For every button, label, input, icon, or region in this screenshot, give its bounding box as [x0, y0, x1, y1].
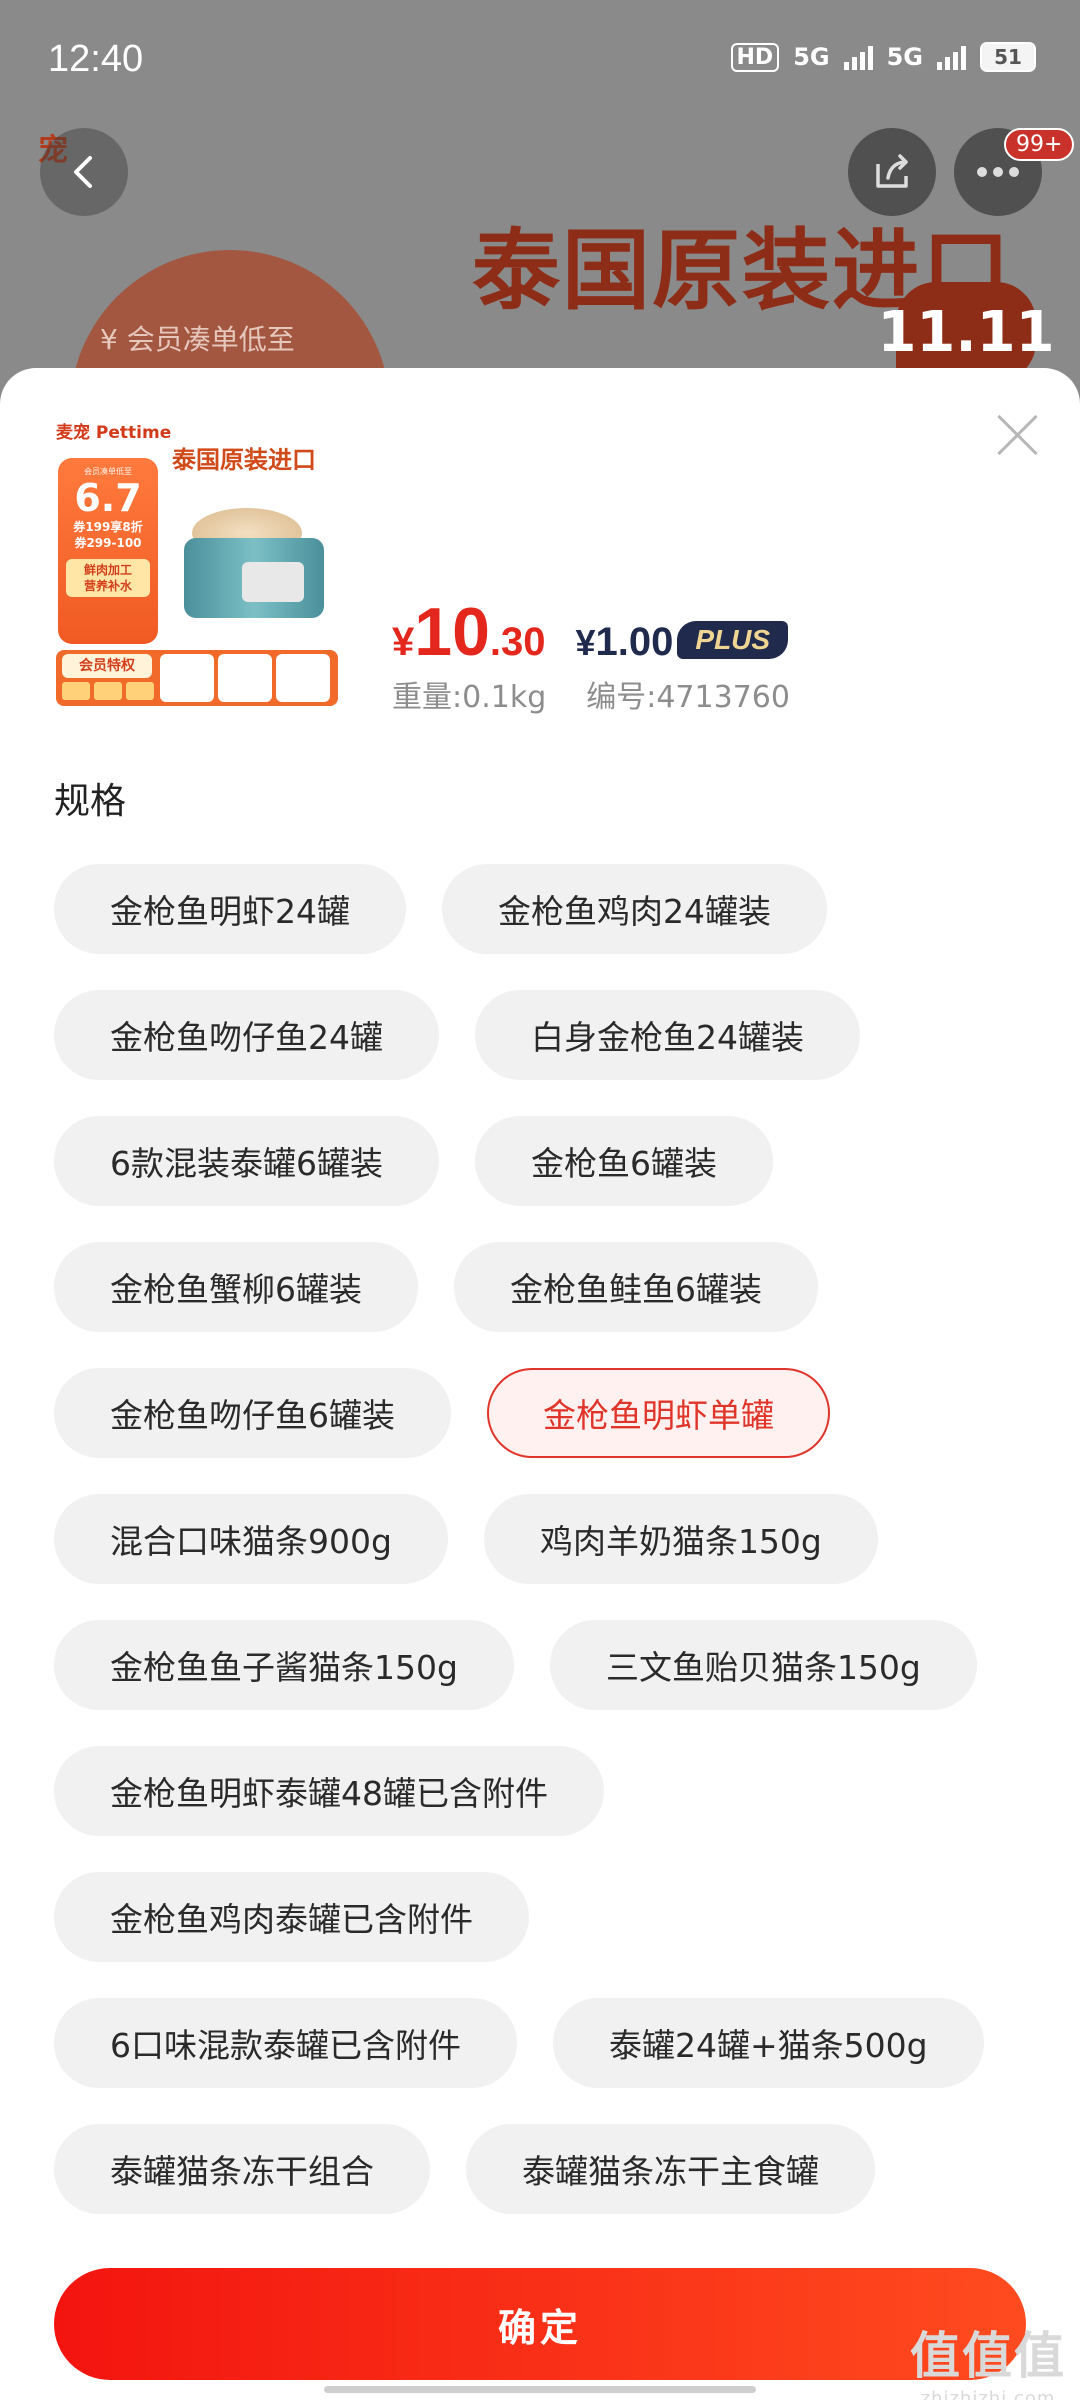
cat-food-can-image: [182, 508, 332, 628]
thumb-card-tag1: 鲜肉加工: [83, 563, 132, 577]
price-integer: 10: [414, 594, 490, 670]
plus-badge: PLUS: [677, 621, 789, 659]
plus-price-value: 1.00: [595, 620, 674, 664]
spec-option[interactable]: 金枪鱼鸡肉24罐装: [442, 864, 827, 954]
background-page: ¥ 会员凑单低至 宠 泰国原装进口 11.11 99+ 12:40 HD 5G …: [0, 0, 1080, 420]
confirm-button[interactable]: 确定: [54, 2268, 1026, 2380]
spec-option[interactable]: 金枪鱼鲑鱼6罐装: [454, 1242, 818, 1332]
hd-icon: HD: [730, 42, 780, 72]
spec-option[interactable]: 混合口味猫条900g: [54, 1494, 448, 1584]
close-icon[interactable]: [994, 412, 1040, 458]
thumb-logo: 麦宠 Pettime: [56, 423, 172, 443]
network-type-1: 5G: [793, 43, 830, 71]
spec-option[interactable]: 金枪鱼明虾泰罐48罐已含附件: [54, 1746, 604, 1836]
thumb-promo-card: 会员凑单低至 6.7 券199享8折 券299-100 鲜肉加工 营养补水: [58, 458, 158, 644]
home-indicator[interactable]: [324, 2386, 756, 2393]
watermark-url: zhizhizhi.com: [920, 2388, 1056, 2400]
battery-icon: 51: [980, 42, 1036, 72]
spec-option[interactable]: 三文鱼贻贝猫条150g: [549, 1620, 977, 1710]
thumb-card-tag2: 营养补水: [83, 579, 132, 593]
thumb-band-header: 会员特权: [62, 654, 152, 678]
product-thumbnail: 麦宠 Pettime 泰国原装进口 会员凑单低至 6.7 券199享8折 券29…: [52, 418, 342, 708]
signal-icon-2: [937, 44, 966, 70]
share-icon: [876, 154, 908, 188]
plus-price: ¥1.00 PLUS: [576, 620, 789, 665]
spec-option-selected[interactable]: 金枪鱼明虾单罐: [487, 1368, 830, 1458]
spec-option[interactable]: 泰罐24罐+猫条500g: [553, 1998, 984, 2088]
status-bar: 12:40 HD 5G 5G 51: [0, 0, 1080, 120]
more-dots-icon: [977, 167, 1019, 177]
spec-option[interactable]: 金枪鱼吻仔鱼6罐装: [54, 1368, 451, 1458]
watermark: 值值值 zhizhizhi.com: [910, 2316, 1066, 2400]
event-badge: 11.11: [877, 282, 1055, 382]
thumb-card-big: 6.7: [74, 476, 142, 520]
thumb-privilege-band: 会员特权: [56, 650, 338, 706]
spec-selector-sheet: 麦宠 Pettime 泰国原装进口 会员凑单低至 6.7 券199享8折 券29…: [0, 368, 1080, 2400]
thumb-card-small: 会员凑单低至: [84, 467, 132, 476]
price: ¥10.30: [392, 593, 546, 671]
spec-option[interactable]: 金枪鱼鸡肉泰罐已含附件: [54, 1872, 529, 1962]
notification-badge: 99+: [1004, 128, 1075, 161]
status-icons: HD 5G 5G 51: [730, 42, 1036, 72]
spec-option[interactable]: 鸡肉羊奶猫条150g: [483, 1494, 878, 1584]
spec-option[interactable]: 白身金枪鱼24罐装: [475, 990, 860, 1080]
watermark-logo: 值值值: [910, 2327, 1066, 2385]
status-time: 12:40: [48, 38, 144, 80]
chevron-left-icon: [74, 156, 92, 188]
thumb-card-line1: 券199享8折: [73, 520, 143, 534]
product-sku: 编号:4713760: [586, 680, 790, 715]
price-row: ¥10.30 ¥1.00 PLUS: [392, 593, 789, 671]
network-type-2: 5G: [886, 43, 923, 71]
spec-section-title: 规格: [54, 781, 127, 822]
spec-option[interactable]: 6口味混款泰罐已含附件: [54, 1998, 517, 2088]
product-meta: 重量:0.1kg 编号:4713760: [392, 672, 790, 716]
back-button[interactable]: [40, 128, 128, 216]
spec-option[interactable]: 金枪鱼明虾24罐: [54, 864, 406, 954]
price-currency: ¥: [392, 620, 415, 664]
thumb-card-line2: 券299-100: [74, 536, 142, 550]
promo-circle-text: ¥ 会员凑单低至: [100, 323, 295, 356]
share-button[interactable]: [848, 128, 936, 216]
plus-price-currency: ¥: [575, 622, 596, 663]
spec-option[interactable]: 6款混装泰罐6罐装: [54, 1116, 439, 1206]
thumb-title: 泰国原装进口: [172, 446, 316, 474]
spec-option[interactable]: 金枪鱼6罐装: [475, 1116, 773, 1206]
thumb-card-tag: 鲜肉加工 营养补水: [66, 559, 150, 597]
spec-option[interactable]: 泰罐猫条冻干主食罐: [466, 2124, 875, 2214]
product-weight: 重量:0.1kg: [392, 680, 547, 715]
spec-option[interactable]: 泰罐猫条冻干组合: [54, 2124, 430, 2214]
spec-option[interactable]: 金枪鱼蟹柳6罐装: [54, 1242, 418, 1332]
signal-icon: [843, 44, 873, 70]
spec-option[interactable]: 金枪鱼鱼子酱猫条150g: [54, 1620, 514, 1710]
spec-option[interactable]: 金枪鱼吻仔鱼24罐: [54, 990, 439, 1080]
price-decimal: .30: [489, 620, 546, 664]
